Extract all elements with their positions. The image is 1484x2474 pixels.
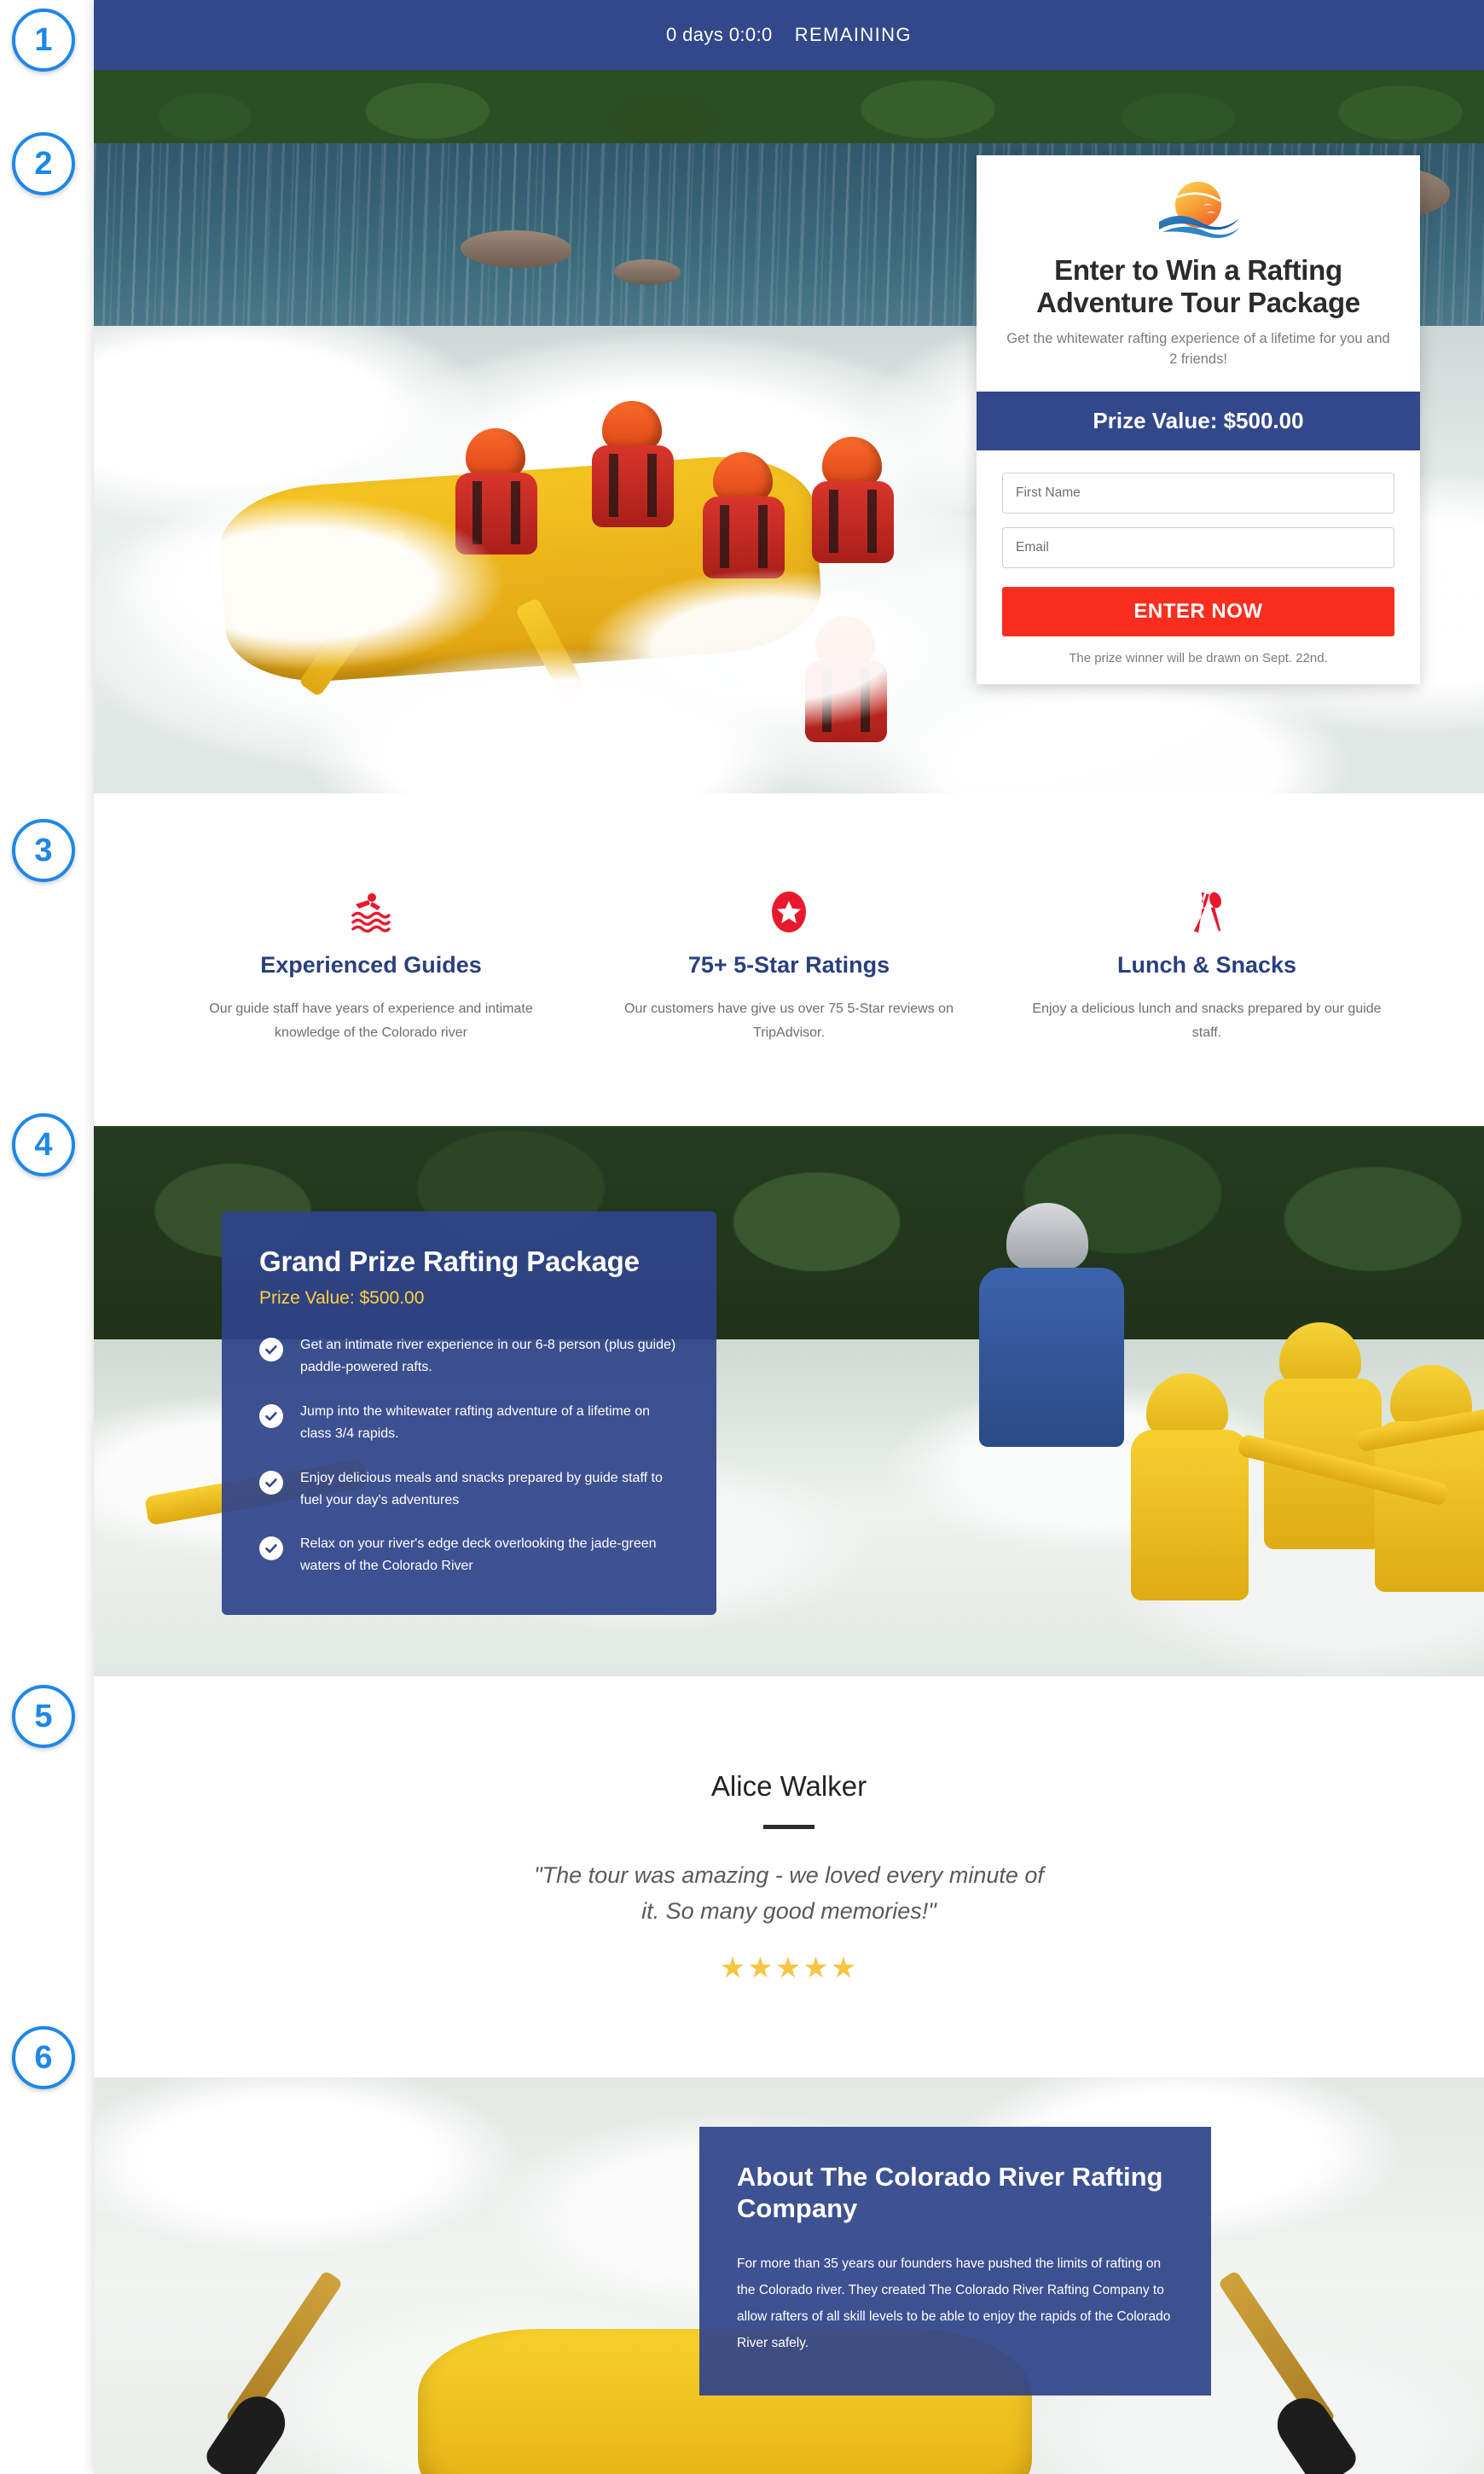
feature-star-ratings: 75+ 5-Star Ratings Our customers have gi…: [580, 889, 998, 1044]
feature-title: 75+ 5-Star Ratings: [687, 952, 890, 978]
section-marker-4: 4: [12, 1113, 75, 1176]
landing-page-screenshot: 1 2 3 4 5 6 0 days 0:0:0 REMAINING Enter…: [0, 0, 1484, 2474]
prize-value-bar: Prize Value: $500.00: [977, 392, 1420, 451]
about-section: About The Colorado River Rafting Company…: [94, 2077, 1484, 2474]
sun-wave-logo-icon: [1159, 182, 1239, 239]
enter-now-button[interactable]: ENTER NOW: [1002, 587, 1394, 637]
grand-prize-value: Prize Value: $500.00: [259, 1288, 425, 1309]
about-title: About The Colorado River Rafting Company: [737, 2162, 1163, 2224]
feature-text: Our guide staff have years of experience…: [209, 1002, 533, 1040]
optin-form: ENTER NOW The prize winner will be drawn…: [977, 450, 1420, 684]
prize-bullet: Relax on your river's edge deck overlook…: [259, 1533, 679, 1577]
prize-bullet-text: Jump into the whitewater rafting adventu…: [300, 1403, 650, 1441]
feature-title: Lunch & Snacks: [1116, 952, 1297, 978]
grand-prize-section: Grand Prize Rafting Package Prize Value:…: [94, 1126, 1484, 1677]
countdown-time: 0 days 0:0:0: [666, 24, 773, 45]
section-marker-6: 6: [12, 2026, 75, 2089]
prize-bullet-text: Enjoy delicious meals and snacks prepare…: [300, 1470, 663, 1507]
prize-bullet: Jump into the whitewater rafting adventu…: [259, 1401, 679, 1445]
fork-spoon-icon: [1020, 889, 1394, 935]
swimmer-icon: [184, 889, 558, 935]
feature-text: Enjoy a delicious lunch and snacks prepa…: [1032, 1002, 1382, 1040]
section-marker-2: 2: [12, 132, 75, 195]
grand-prize-title: Grand Prize Rafting Package: [259, 1246, 640, 1278]
optin-headline: Enter to Win a Rafting Adventure Tour Pa…: [1036, 254, 1360, 318]
optin-subheadline: Get the whitewater rafting experience of…: [1006, 331, 1390, 367]
features-section: Experienced Guides Our guide staff have …: [94, 793, 1484, 1127]
testimonial-author: Alice Walker: [710, 1770, 867, 1803]
check-circle-icon: [259, 1338, 283, 1362]
testimonial-quote: "The tour was amazing - we loved every m…: [534, 1862, 1044, 1924]
optin-card: Enter to Win a Rafting Adventure Tour Pa…: [977, 155, 1420, 685]
email-input[interactable]: [1002, 527, 1394, 569]
star-badge-icon: [602, 889, 976, 935]
section-marker-5: 5: [12, 1685, 75, 1748]
hero-section: Enter to Win a Rafting Adventure Tour Pa…: [94, 70, 1484, 793]
about-card: About The Colorado River Rafting Company…: [699, 2127, 1211, 2396]
countdown-bar: 0 days 0:0:0 REMAINING: [94, 0, 1484, 70]
countdown-label: REMAINING: [794, 24, 912, 45]
first-name-input[interactable]: [1002, 473, 1394, 514]
page-frame: 0 days 0:0:0 REMAINING Enter to Win a Ra…: [94, 0, 1484, 2474]
prize-bullet-text: Get an intimate river experience in our …: [300, 1338, 676, 1374]
prize-bullet: Get an intimate river experience in our …: [259, 1334, 679, 1379]
drawing-date-note: The prize winner will be drawn on Sept. …: [1069, 651, 1328, 666]
check-circle-icon: [259, 1470, 283, 1495]
check-circle-icon: [259, 1403, 283, 1428]
testimonial-section: Alice Walker "The tour was amazing - we …: [94, 1676, 1484, 2078]
about-text: For more than 35 years our founders have…: [737, 2256, 1171, 2350]
prize-bullet-text: Relax on your river's edge deck overlook…: [300, 1536, 657, 1574]
section-marker-1: 1: [12, 9, 75, 72]
feature-title: Experienced Guides: [260, 952, 482, 978]
feature-experienced-guides: Experienced Guides Our guide staff have …: [162, 889, 580, 1044]
check-circle-icon: [259, 1536, 283, 1561]
grand-prize-card: Grand Prize Rafting Package Prize Value:…: [222, 1211, 716, 1616]
prize-bullet: Enjoy delicious meals and snacks prepare…: [259, 1467, 679, 1512]
feature-text: Our customers have give us over 75 5-Sta…: [624, 1002, 954, 1040]
feature-lunch-snacks: Lunch & Snacks Enjoy a delicious lunch a…: [998, 889, 1416, 1044]
section-marker-3: 3: [12, 819, 75, 882]
star-rating: ★★★★★: [719, 1952, 859, 1985]
divider: [763, 1825, 814, 1830]
